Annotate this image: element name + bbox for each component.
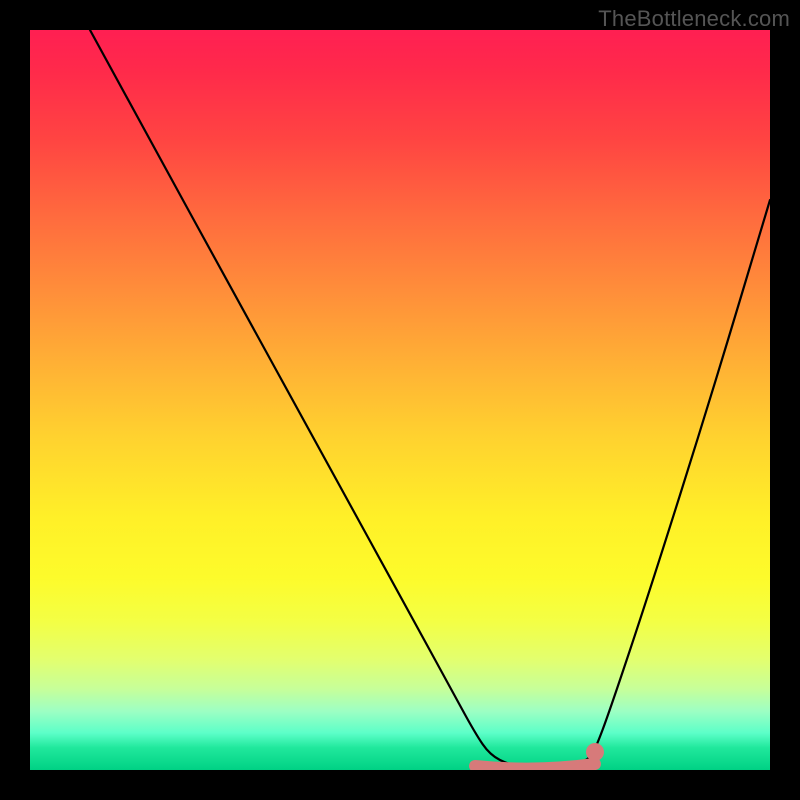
flat-highlight (475, 764, 595, 769)
plot-area (30, 30, 770, 770)
chart-frame: TheBottleneck.com (0, 0, 800, 800)
curve-layer (30, 30, 770, 770)
watermark-text: TheBottleneck.com (598, 6, 790, 32)
bottleneck-curve (90, 30, 770, 768)
highlight-dot (586, 743, 604, 761)
